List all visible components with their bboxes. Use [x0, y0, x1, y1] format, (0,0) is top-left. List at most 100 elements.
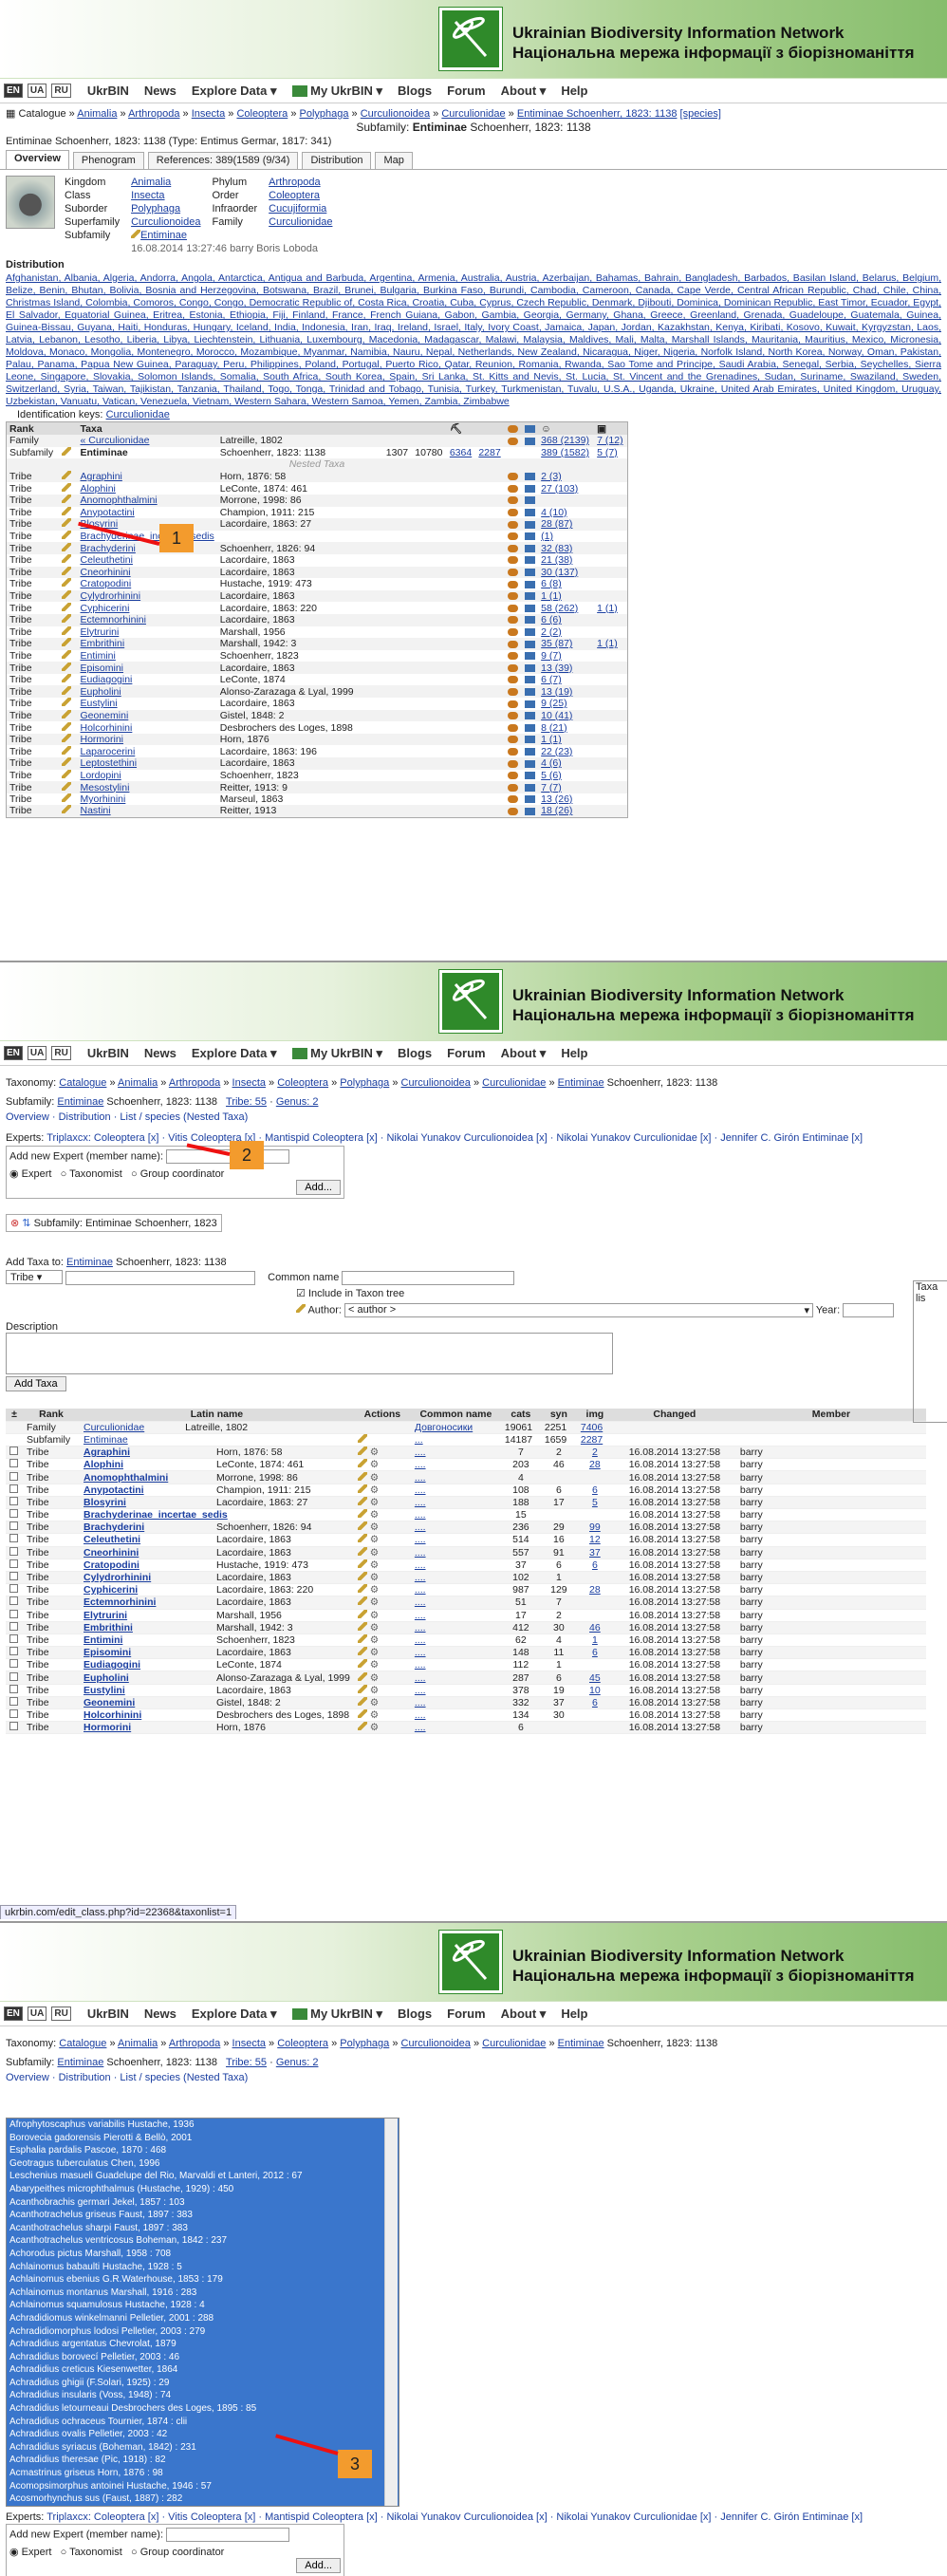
common-name-link[interactable]: ....: [415, 1447, 426, 1458]
common-name-link[interactable]: ...: [415, 1434, 423, 1446]
row-count[interactable]: 22 (23): [541, 746, 572, 757]
idkeys-link[interactable]: Curculionidae: [106, 409, 170, 420]
list-item[interactable]: Achlainomus ebenius G.R.Waterhouse, 1853…: [7, 2273, 399, 2287]
taxo-class[interactable]: Insecta: [131, 190, 164, 201]
tribe-link[interactable]: Entimini: [84, 1634, 216, 1646]
row-checkbox[interactable]: [9, 1572, 18, 1581]
pencil-icon[interactable]: [61, 674, 71, 683]
crumb-insecta[interactable]: Insecta: [192, 108, 225, 120]
crumb-arthropoda[interactable]: Arthropoda: [169, 2038, 220, 2049]
pencil-icon[interactable]: [61, 638, 71, 647]
list-item[interactable]: Acomopsimorphus antoinei Hustache, 1946 …: [7, 2479, 399, 2493]
list-item[interactable]: Achradidiomus winkelmanni Pelletier, 200…: [7, 2311, 399, 2325]
tribe-link[interactable]: Entimini: [81, 650, 116, 662]
book-icon[interactable]: [524, 520, 535, 529]
tribe-link[interactable]: Myorhinini: [81, 793, 126, 805]
cell-img[interactable]: 6: [592, 1647, 598, 1658]
crumb-curculionoidea[interactable]: Curculionoidea: [401, 2038, 471, 2049]
crumb-animalia[interactable]: Animalia: [118, 2038, 158, 2049]
edit-icon[interactable]: [357, 1496, 367, 1505]
row-count[interactable]: 30 (137): [541, 567, 578, 578]
row-count[interactable]: 8 (21): [541, 722, 566, 734]
edit-icon[interactable]: [357, 1534, 367, 1543]
edit-icon[interactable]: [357, 1572, 367, 1581]
edit-icon[interactable]: [357, 1471, 367, 1481]
row-count[interactable]: 10 (41): [541, 710, 572, 721]
lang-en[interactable]: EN: [4, 2007, 23, 2021]
add-expert-button[interactable]: Add...: [296, 1180, 341, 1195]
book-icon[interactable]: [524, 723, 535, 732]
tree-icon[interactable]: ⚙: [370, 1722, 379, 1733]
common-name-link[interactable]: ....: [415, 1559, 426, 1571]
subfam-count-f[interactable]: 5 (7): [597, 447, 618, 458]
common-name-link[interactable]: ....: [415, 1697, 426, 1708]
tree-icon[interactable]: ⚙: [370, 1547, 379, 1559]
book-icon[interactable]: [524, 783, 535, 792]
book-icon[interactable]: [524, 437, 535, 445]
crumb-curculionoidea[interactable]: Curculionoidea: [361, 108, 430, 120]
tribe-link[interactable]: Mesostylini: [81, 782, 130, 793]
common-name-link[interactable]: ....: [415, 1521, 426, 1533]
image-icon[interactable]: [507, 580, 518, 588]
row-count[interactable]: 28 (87): [541, 518, 572, 530]
pencil-icon[interactable]: [61, 602, 71, 611]
crumb-curculionidae[interactable]: Curculionidae: [482, 1077, 546, 1089]
listbox-scrollbar[interactable]: [384, 2119, 398, 2506]
edit-icon[interactable]: [357, 1484, 367, 1493]
image-icon[interactable]: [507, 569, 518, 577]
taxo-superfamily[interactable]: Curculionoidea: [131, 216, 200, 228]
tribe-link[interactable]: Celeuthetini: [81, 554, 133, 566]
tab-references[interactable]: References: 389(1589 (9/34): [147, 152, 299, 169]
menu-help[interactable]: Help: [561, 84, 587, 98]
tribe-link[interactable]: Agraphini: [84, 1447, 216, 1458]
row-checkbox[interactable]: [9, 1596, 18, 1606]
edit-icon[interactable]: [357, 1509, 367, 1519]
edit-icon[interactable]: [357, 1647, 367, 1656]
genus-count-link[interactable]: Genus: 2: [276, 1096, 319, 1108]
edit-icon[interactable]: [357, 1596, 367, 1606]
row-count[interactable]: 4 (6): [541, 757, 562, 769]
row-count[interactable]: 2 (3): [541, 471, 562, 482]
book-icon[interactable]: [524, 652, 535, 661]
row-count[interactable]: 4 (10): [541, 507, 566, 518]
subfam-count-c[interactable]: 6364: [450, 447, 472, 458]
tree-icon[interactable]: ⚙: [370, 1659, 379, 1671]
tree-icon[interactable]: ⚙: [370, 1596, 379, 1608]
book-icon[interactable]: [524, 736, 535, 744]
book-icon[interactable]: [524, 663, 535, 672]
tribe-link[interactable]: Lordopini: [81, 770, 121, 781]
menu-blogs[interactable]: Blogs: [398, 84, 432, 98]
tribe-link[interactable]: Cyphicerini: [81, 603, 130, 614]
row-count[interactable]: 9 (7): [541, 650, 562, 662]
pencil-icon[interactable]: [61, 518, 71, 528]
row-checkbox[interactable]: [9, 1559, 18, 1568]
menu-my-ukrbin[interactable]: My UkrBIN ▾: [291, 1046, 382, 1061]
menu-about[interactable]: About ▾: [501, 2007, 547, 2022]
list-item[interactable]: Acanthotrachelus griseus Faust, 1897 : 3…: [7, 2209, 399, 2222]
row-checkbox[interactable]: [9, 1509, 18, 1519]
image-icon[interactable]: [507, 736, 518, 744]
row-count[interactable]: 18 (26): [541, 805, 572, 816]
tribe-link[interactable]: Ectemnorhinini: [84, 1596, 216, 1608]
tribe-link[interactable]: Hormorini: [84, 1722, 216, 1733]
pencil-icon[interactable]: [61, 793, 71, 803]
edit-icon[interactable]: [357, 1659, 367, 1669]
tab-distribution[interactable]: Distribution: [302, 152, 372, 169]
book-icon[interactable]: [524, 544, 535, 552]
common-name-link[interactable]: ....: [415, 1572, 426, 1583]
author-select[interactable]: < author > ▾: [344, 1303, 813, 1317]
menu-my-ukrbin[interactable]: My UkrBIN ▾: [291, 84, 382, 99]
pencil-icon[interactable]: [61, 709, 71, 719]
common-name-link[interactable]: ....: [415, 1709, 426, 1721]
lang-ru[interactable]: RU: [51, 2007, 71, 2021]
tribe-link[interactable]: Eustylini: [84, 1685, 216, 1696]
menu-ukrbin[interactable]: UkrBIN: [87, 84, 129, 98]
pencil-icon[interactable]: [61, 495, 71, 504]
common-name-link[interactable]: ....: [415, 1659, 426, 1671]
row-checkbox[interactable]: [9, 1647, 18, 1656]
image-icon[interactable]: [507, 628, 518, 637]
tree-icon[interactable]: ⚙: [370, 1509, 379, 1521]
lang-ru[interactable]: RU: [51, 84, 71, 98]
common-name-link[interactable]: ....: [415, 1596, 426, 1608]
image-icon[interactable]: [507, 532, 518, 541]
